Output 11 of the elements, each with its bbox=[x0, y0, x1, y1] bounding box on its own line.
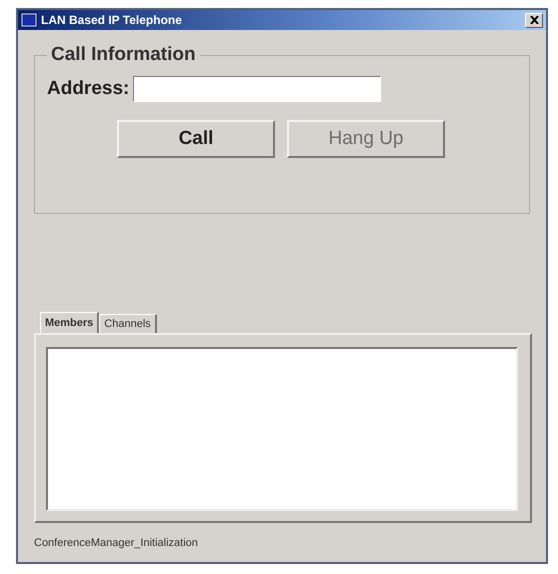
close-icon bbox=[530, 16, 538, 24]
call-button[interactable]: Call bbox=[117, 120, 275, 158]
group-title: Call Information bbox=[50, 44, 197, 66]
app-icon bbox=[21, 13, 37, 27]
tab[interactable]: Members bbox=[40, 312, 100, 333]
address-field[interactable] bbox=[133, 76, 382, 102]
close-button[interactable] bbox=[525, 12, 543, 28]
address-label: Address: bbox=[47, 78, 130, 100]
window-title: LAN Based IP Telephone bbox=[41, 13, 183, 27]
tab[interactable]: Channels bbox=[99, 314, 157, 333]
status-text: ConferenceManager_Initialization bbox=[34, 537, 199, 549]
